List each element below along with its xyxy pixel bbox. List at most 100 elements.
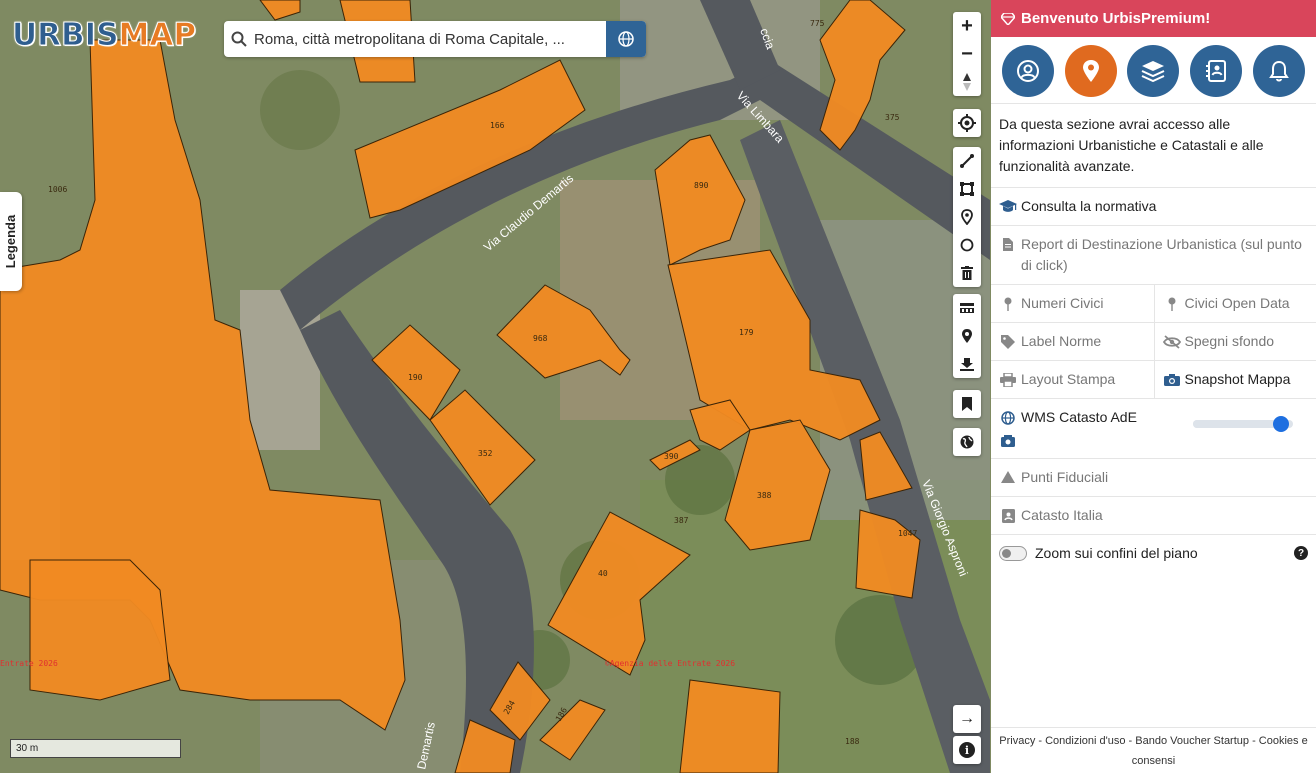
tab-layers[interactable] <box>1127 45 1180 97</box>
draw-line-button[interactable] <box>953 147 981 175</box>
locate-control <box>953 109 981 137</box>
panel-footer: Privacy - Condizioni d'uso - Bando Vouch… <box>991 727 1316 773</box>
layout-stampa-button[interactable]: Layout Stampa <box>991 361 1154 398</box>
svg-text:1047: 1047 <box>898 529 917 538</box>
pin-button[interactable] <box>953 322 981 350</box>
globe-search-button[interactable] <box>606 21 646 57</box>
globe-button[interactable] <box>953 428 981 456</box>
toggle-panel-button[interactable]: → <box>953 705 981 733</box>
draw-tools <box>953 147 981 287</box>
numeri-civici-label: Numeri Civici <box>1021 295 1104 311</box>
satellite-basemap: Via Claudio Demartis Via Limbara Via Gio… <box>0 0 991 773</box>
zoom-in-icon: + <box>961 14 973 37</box>
side-panel: Benvenuto UrbisPremium! Da questa sezion… <box>991 0 1316 773</box>
footer-links[interactable]: Privacy - Condizioni d'uso - Bando Vouch… <box>999 735 1307 767</box>
svg-text:Entrate 2026: Entrate 2026 <box>0 659 58 668</box>
scale-bar: 30 m <box>10 739 181 758</box>
svg-text:352: 352 <box>478 449 493 458</box>
row-fiduciali: Punti Fiduciali <box>991 459 1316 497</box>
user-icon <box>1017 60 1040 82</box>
download-icon <box>960 358 974 371</box>
contacts-icon <box>1206 60 1227 82</box>
label-norme-button[interactable]: Label Norme <box>991 323 1154 360</box>
snapshot-mappa-label: Snapshot Mappa <box>1184 371 1291 387</box>
layout-stampa-label: Layout Stampa <box>1021 371 1116 387</box>
draw-polygon-icon <box>960 182 974 196</box>
zoom-out-icon: − <box>961 42 973 65</box>
civici-open-data-button[interactable]: Civici Open Data <box>1153 285 1316 322</box>
wms-catasto-section: WMS Catasto AdE <box>991 399 1316 459</box>
premium-banner: Benvenuto UrbisPremium! <box>991 0 1316 37</box>
row-print: Layout Stampa Snapshot Mappa <box>991 361 1316 399</box>
row-normativa: Consulta la normativa <box>991 188 1316 226</box>
row-report: Report di Destinazione Urbanistica (sul … <box>991 226 1316 285</box>
zoom-confini-label: Zoom sui confini del piano <box>1035 545 1198 561</box>
draw-line-icon <box>960 154 974 168</box>
help-icon[interactable]: ? <box>1294 546 1308 560</box>
camera-icon <box>1163 374 1180 386</box>
locate-icon <box>958 114 976 132</box>
row-catasto-italia: Catasto Italia <box>991 497 1316 535</box>
zoom-out-button[interactable]: − <box>953 40 981 68</box>
spegni-sfondo-button[interactable]: Spegni sfondo <box>1153 323 1316 360</box>
map-pin-icon <box>1004 297 1012 311</box>
urbismap-logo[interactable]: URBISMAP <box>12 17 197 53</box>
catasto-italia-button[interactable]: Catasto Italia <box>991 497 1111 534</box>
bell-icon <box>1268 60 1289 82</box>
panel-tabs <box>991 37 1316 104</box>
svg-text:190: 190 <box>408 373 423 382</box>
tab-location[interactable] <box>1064 45 1117 97</box>
consulta-normativa-link[interactable]: Consulta la normativa <box>991 188 1164 225</box>
locate-button[interactable] <box>953 109 981 137</box>
wms-settings-icon[interactable] <box>1001 435 1015 447</box>
tab-user[interactable] <box>1002 45 1055 97</box>
spegni-sfondo-label: Spegni sfondo <box>1184 333 1275 349</box>
svg-text:775: 775 <box>810 19 825 28</box>
row-labels: Label Norme Spegni sfondo <box>991 323 1316 361</box>
pin-icon <box>962 329 972 343</box>
marker-icon <box>961 209 973 225</box>
extra-tools <box>953 294 981 378</box>
snapshot-mappa-button[interactable]: Snapshot Mappa <box>1153 361 1316 398</box>
svg-text:388: 388 <box>757 491 772 500</box>
wms-opacity-handle[interactable] <box>1272 416 1289 432</box>
tab-notifications[interactable] <box>1252 45 1305 97</box>
compass-button[interactable] <box>953 68 981 96</box>
legend-tab-label: Legenda <box>3 214 19 269</box>
svg-text:968: 968 <box>533 334 548 343</box>
layers-stack-button[interactable] <box>953 294 981 322</box>
punti-fiduciali-button[interactable]: Punti Fiduciali <box>991 459 1116 496</box>
collapse-panel-control: → <box>953 705 981 733</box>
globe-control <box>953 428 981 456</box>
arrow-right-icon: → <box>959 710 975 727</box>
document-icon <box>1003 238 1013 251</box>
bookmark-icon <box>962 397 972 411</box>
info-button[interactable]: i <box>953 736 981 764</box>
draw-circle-button[interactable] <box>953 231 981 259</box>
logo-text-urbis: URBIS <box>12 17 120 53</box>
svg-text:188: 188 <box>845 737 860 746</box>
eye-slash-icon <box>1162 335 1181 349</box>
report-urbanistica-label: Report di Destinazione Urbanistica (sul … <box>1021 236 1302 273</box>
search-bar <box>224 21 646 57</box>
svg-text:©Agenzia delle Entrate 2026: ©Agenzia delle Entrate 2026 <box>605 659 735 668</box>
zoom-in-button[interactable]: + <box>953 12 981 40</box>
wms-opacity-slider[interactable] <box>1193 416 1293 432</box>
svg-text:890: 890 <box>694 181 709 190</box>
download-button[interactable] <box>953 350 981 378</box>
tag-icon <box>1001 335 1015 349</box>
bookmark-button[interactable] <box>953 390 981 418</box>
zoom-confini-toggle[interactable] <box>999 545 1027 561</box>
report-urbanistica-link[interactable]: Report di Destinazione Urbanistica (sul … <box>991 226 1316 284</box>
delete-drawing-button[interactable] <box>953 259 981 287</box>
search-input[interactable] <box>254 30 606 48</box>
address-book-icon <box>1001 509 1015 523</box>
search-icon <box>224 31 254 47</box>
draw-polygon-button[interactable] <box>953 175 981 203</box>
draw-marker-button[interactable] <box>953 203 981 231</box>
map-canvas[interactable]: Via Claudio Demartis Via Limbara Via Gio… <box>0 0 991 773</box>
tab-contacts[interactable] <box>1190 45 1243 97</box>
legend-tab[interactable]: Legenda <box>0 192 22 291</box>
row-civici: Numeri Civici Civici Open Data <box>991 285 1316 323</box>
numeri-civici-button[interactable]: Numeri Civici <box>991 285 1154 322</box>
